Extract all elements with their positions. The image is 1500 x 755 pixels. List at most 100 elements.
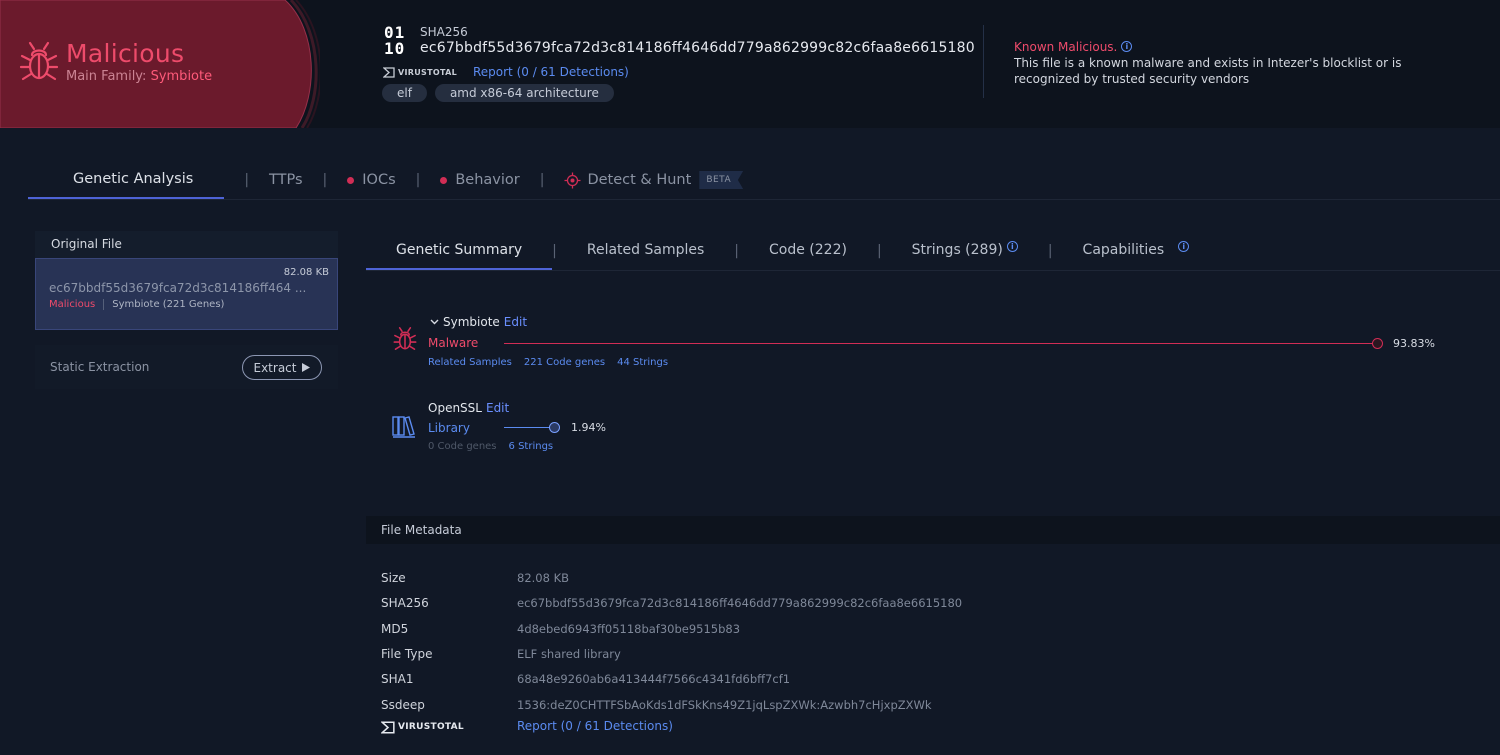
file-classification: Malicious Symbiote (221 Genes)	[49, 299, 224, 310]
metadata-key: File Type	[381, 647, 433, 661]
tab-separator: |	[539, 172, 545, 188]
info-icon[interactable]: i	[1121, 41, 1133, 52]
sub-tabs-divider	[366, 270, 1500, 271]
tab-genetic-summary[interactable]: Genetic Summary	[366, 231, 553, 271]
virustotal-text: VIRUSTOTAL	[398, 722, 464, 732]
file-hash: ec67bbdf55d3679fca72d3c814186ff464 ...	[49, 281, 307, 295]
tab-separator: |	[1047, 243, 1053, 259]
original-file-panel: Original File 82.08 KB ec67bbdf55d3679fc…	[35, 231, 338, 330]
main-family-label: Main Family:	[66, 69, 147, 84]
strings-link[interactable]: 44 Strings	[617, 357, 668, 368]
static-extraction-panel: Static Extraction Extract	[35, 345, 338, 389]
tab-detect-hunt[interactable]: Detect & Hunt BETA	[564, 160, 744, 200]
tab-capabilities-label: Capabilities	[1082, 242, 1165, 258]
tab-separator: |	[322, 172, 328, 188]
chevron-down-icon[interactable]	[430, 319, 439, 325]
gene-share-knob	[549, 422, 560, 433]
verdict-title: Malicious	[66, 39, 185, 68]
strings-link[interactable]: 6 Strings	[509, 441, 554, 452]
file-header: Malicious Main Family: Symbiote 01 10 SH…	[0, 0, 1500, 128]
gene-share-bar	[504, 427, 550, 428]
metadata-value: 4d8ebed6943ff05118baf30be9515b83	[517, 622, 741, 636]
analysis-tabs: Genetic Analysis | TTPs | IOCs | Behavio…	[28, 160, 744, 200]
known-malicious-text: Known Malicious.	[1014, 40, 1118, 54]
gene-type: Library	[428, 421, 470, 435]
edit-link[interactable]: Edit	[486, 401, 509, 415]
file-tags: elf amd x86-64 architecture	[382, 84, 614, 102]
gene-name: Symbiote	[443, 315, 500, 329]
tab-capabilities[interactable]: Capabilities i	[1083, 231, 1190, 271]
metadata-value: 68a48e9260ab6a413444f7566c4341fd6bff7cf1	[517, 672, 791, 686]
tab-genetic-analysis[interactable]: Genetic Analysis	[28, 160, 225, 200]
metadata-key: SHA256	[381, 596, 429, 610]
tab-related-samples[interactable]: Related Samples	[587, 231, 704, 271]
binary-file-icon: 01 10	[384, 25, 405, 57]
file-size: 82.08 KB	[283, 267, 329, 278]
tag-elf[interactable]: elf	[382, 84, 427, 102]
header-divider	[983, 25, 984, 98]
gene-percentage: 1.94%	[571, 421, 606, 434]
edit-link[interactable]: Edit	[504, 315, 527, 329]
gene-name-row: Symbiote Edit	[430, 315, 527, 329]
info-icon[interactable]: i	[1006, 241, 1018, 252]
metadata-row-sha1: SHA1 68a48e9260ab6a413444f7566c4341fd6bf…	[381, 672, 790, 688]
bug-icon	[19, 41, 59, 81]
file-family: Symbiote (221 Genes)	[112, 299, 225, 310]
virustotal-report-link[interactable]: Report (0 / 61 Detections)	[517, 719, 673, 735]
tab-code[interactable]: Code (222)	[769, 231, 847, 271]
info-icon[interactable]: i	[1178, 241, 1190, 252]
tab-detect-hunt-label: Detect & Hunt	[587, 172, 692, 188]
tab-iocs[interactable]: IOCs	[347, 160, 396, 200]
gene-links: 0 Code genes 6 Strings	[428, 441, 553, 452]
gene-percentage: 93.83%	[1393, 337, 1435, 350]
virustotal-logo: VIRUSTOTAL	[383, 66, 457, 78]
code-genes-link[interactable]: 221 Code genes	[524, 357, 605, 368]
tab-separator: |	[552, 243, 557, 259]
tab-behavior[interactable]: Behavior	[440, 160, 520, 200]
metadata-row-md5: MD5 4d8ebed6943ff05118baf30be9515b83	[381, 622, 740, 638]
binary-icon-bottom: 10	[384, 39, 406, 58]
main-family-name: Symbiote	[150, 69, 213, 84]
file-metadata-heading: File Metadata	[366, 516, 1500, 544]
related-samples-link[interactable]: Related Samples	[428, 357, 512, 368]
virustotal-logo: VIRUSTOTAL	[381, 719, 517, 735]
virustotal-icon	[383, 66, 395, 78]
tab-separator: |	[244, 172, 250, 188]
metadata-row-file-type: File Type ELF shared library	[381, 647, 621, 663]
gene-name: OpenSSL	[428, 401, 482, 415]
metadata-row-ssdeep: Ssdeep 1536:deZ0CHTTFSbAoKds1dFSkKns49Z1…	[381, 698, 932, 714]
beta-badge: BETA	[699, 171, 744, 189]
metadata-key: Ssdeep	[381, 698, 425, 712]
gene-links: Related Samples 221 Code genes 44 String…	[428, 357, 668, 368]
sha256-label: SHA256	[420, 25, 468, 39]
tab-ttps[interactable]: TTPs	[269, 160, 303, 200]
classification-divider	[103, 299, 105, 310]
alert-dot-icon	[440, 176, 448, 184]
tab-separator: |	[734, 243, 739, 259]
sha256-value: ec67bbdf55d3679fca72d3c814186ff4646dd779…	[420, 40, 975, 56]
virustotal-row: VIRUSTOTAL Report (0 / 61 Detections)	[383, 64, 629, 80]
gene-name-row: OpenSSL Edit	[428, 401, 509, 415]
metadata-value: 1536:deZ0CHTTFSbAoKds1dFSkKns49Z1jqLspZX…	[517, 698, 932, 712]
gene-share-knob	[1372, 338, 1383, 349]
metadata-row-sha256: SHA256 ec67bbdf55d3679fca72d3c814186ff46…	[381, 596, 962, 612]
tab-strings[interactable]: Strings (289) i	[912, 231, 1018, 271]
virustotal-report-link[interactable]: Report (0 / 61 Detections)	[473, 65, 629, 79]
tab-separator: |	[876, 243, 882, 259]
metadata-key: Size	[381, 571, 406, 585]
extract-label: Extract	[253, 360, 297, 375]
virustotal-icon	[381, 720, 395, 734]
bug-icon	[393, 327, 417, 350]
tab-separator: |	[415, 172, 421, 188]
known-malicious-description: This file is a known malware and exists …	[1014, 56, 1402, 86]
extract-button[interactable]: Extract	[242, 355, 322, 380]
code-genes-link: 0 Code genes	[428, 441, 497, 452]
original-file-card[interactable]: 82.08 KB ec67bbdf55d3679fca72d3c814186ff…	[35, 258, 338, 330]
tab-strings-label: Strings (289)	[911, 242, 1003, 258]
crosshair-icon	[564, 172, 581, 188]
metadata-value: ec67bbdf55d3679fca72d3c814186ff4646dd779…	[517, 596, 963, 610]
genetic-sub-tabs: Genetic Summary | Related Samples | Code…	[366, 231, 1190, 271]
tag-architecture[interactable]: amd x86-64 architecture	[434, 84, 614, 102]
metadata-row-size: Size 82.08 KB	[381, 571, 569, 587]
known-malicious-title: Known Malicious. i	[1014, 40, 1133, 54]
